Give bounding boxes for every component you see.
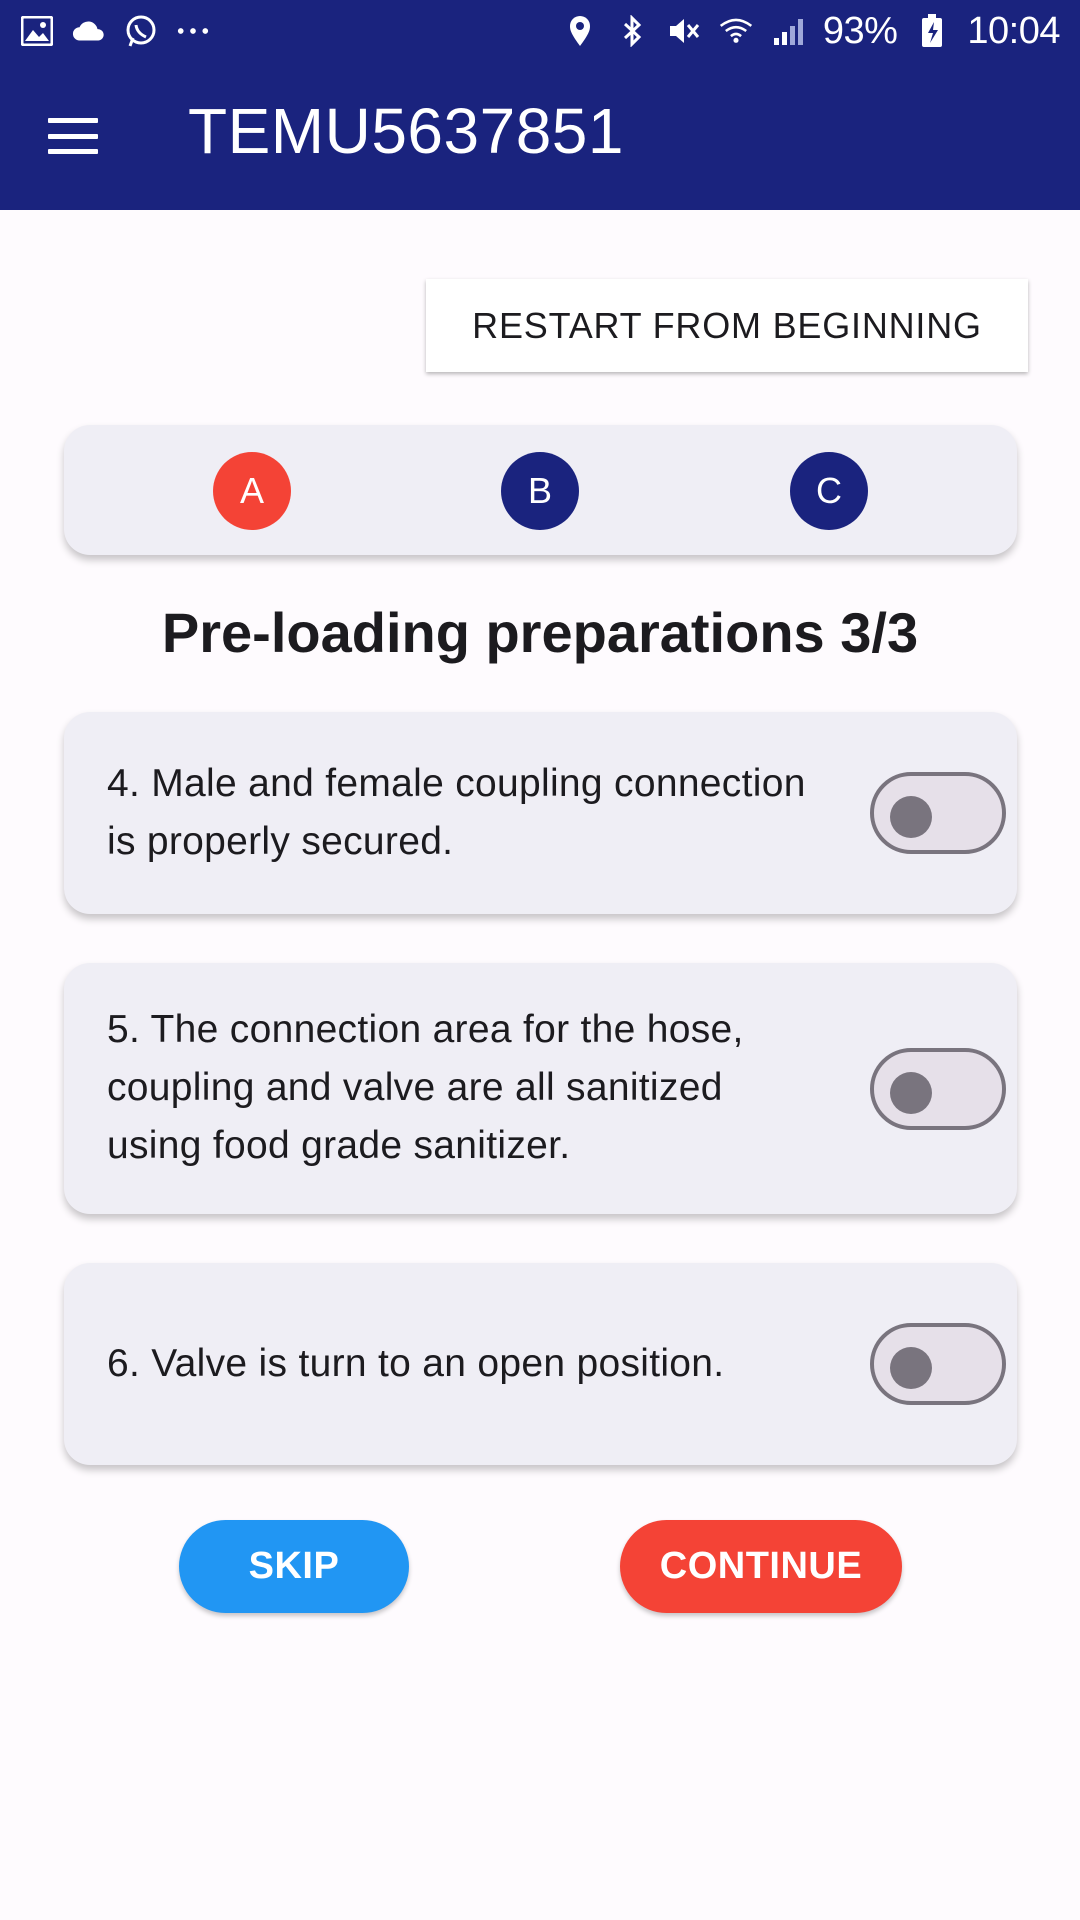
checklist-item-text: 4. Male and female coupling connection i… [107, 762, 806, 863]
checklist-toggle[interactable] [870, 772, 1006, 854]
checklist-item: 5. The connection area for the hose, cou… [64, 963, 1017, 1214]
clock: 10:04 [967, 9, 1060, 52]
status-bar-right: 93% 10:04 [563, 10, 1060, 53]
mute-icon [667, 14, 701, 48]
checklist-item-text: 6. Valve is turn to an open position. [107, 1342, 725, 1385]
continue-button[interactable]: CONTINUE [620, 1520, 902, 1613]
more-dots-icon [176, 14, 210, 48]
step-b[interactable]: B [501, 452, 579, 530]
checklist-item-text: 5. The connection area for the hose, cou… [107, 1008, 744, 1167]
whatsapp-icon [124, 14, 158, 48]
status-bar: 93% 10:04 [0, 0, 1080, 62]
image-icon [20, 14, 54, 48]
wifi-icon [719, 14, 753, 48]
app-bar: TEMU5637851 [0, 62, 1080, 210]
signal-icon [771, 14, 805, 48]
location-icon [563, 14, 597, 48]
toggle-knob [890, 796, 932, 838]
step-a[interactable]: A [213, 452, 291, 530]
status-bar-left [20, 14, 210, 48]
app-title: TEMU5637851 [188, 95, 624, 167]
step-c[interactable]: C [790, 452, 868, 530]
restart-from-beginning-button[interactable]: RESTART FROM BEGINNING [426, 279, 1028, 372]
checklist-item: 4. Male and female coupling connection i… [64, 712, 1017, 914]
skip-button[interactable]: SKIP [179, 1520, 409, 1613]
toggle-knob [890, 1347, 932, 1389]
cloud-icon [72, 14, 106, 48]
hamburger-menu-icon[interactable] [46, 112, 100, 160]
checklist-toggle[interactable] [870, 1048, 1006, 1130]
section-title: Pre-loading preparations 3/3 [161, 601, 919, 664]
checklist-item: 6. Valve is turn to an open position. [64, 1263, 1017, 1465]
step-indicator: A B C [64, 425, 1017, 555]
bluetooth-icon [615, 14, 649, 48]
checklist-toggle[interactable] [870, 1323, 1006, 1405]
battery-percent: 93% [822, 9, 898, 52]
battery-charging-icon [915, 14, 949, 48]
toggle-knob [890, 1072, 932, 1114]
